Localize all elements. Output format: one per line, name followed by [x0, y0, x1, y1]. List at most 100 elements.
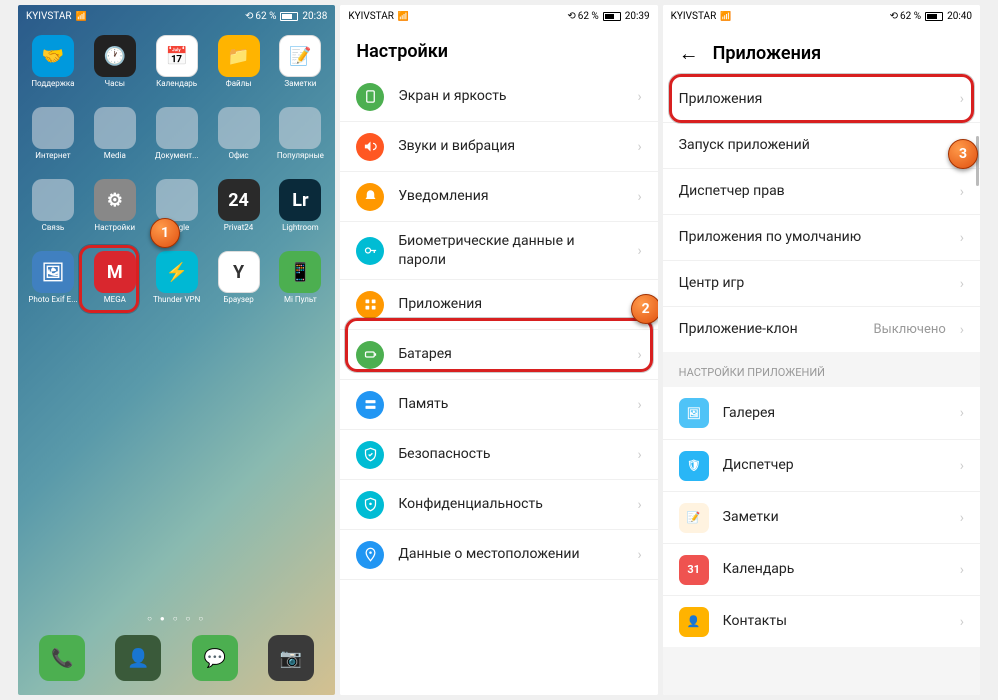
- app-thunder-vpn[interactable]: ⚡ Thunder VPN: [148, 251, 206, 319]
- dock-contacts[interactable]: 👤: [115, 635, 161, 681]
- settings-row-display[interactable]: Экран и яркость›: [340, 72, 657, 122]
- scrollbar[interactable]: [976, 136, 979, 186]
- app-label: Thunder VPN: [153, 295, 200, 304]
- row-label: Данные о местоположении: [398, 545, 623, 563]
- privacy-icon: [356, 491, 384, 519]
- apps-row[interactable]: Диспетчер прав›: [663, 168, 980, 214]
- chevron-right-icon: ›: [637, 189, 641, 205]
- settings-list[interactable]: 2 Экран и яркость›Звуки и вибрация›Уведо…: [340, 72, 657, 695]
- folder-icon: [279, 107, 321, 149]
- app-label: Поддержка: [31, 79, 74, 88]
- apps-row[interactable]: Приложение-клонВыключено›: [663, 306, 980, 352]
- app-связь[interactable]: Связь: [24, 179, 82, 247]
- apps-row[interactable]: Центр игр›: [663, 260, 980, 306]
- row-label: Заметки: [723, 508, 946, 526]
- app-файлы[interactable]: 📁Файлы: [210, 35, 268, 103]
- back-button[interactable]: ←: [679, 41, 699, 66]
- row-label: Приложения по умолчанию: [679, 228, 946, 246]
- settings-row-bell[interactable]: Уведомления ›: [340, 172, 657, 222]
- apps-row[interactable]: Приложения›: [663, 76, 980, 122]
- settings-row-key[interactable]: Биометрические данные и пароли ›: [340, 222, 657, 280]
- folder-icon: [218, 107, 260, 149]
- app-media[interactable]: Media: [86, 107, 144, 175]
- app-icon: ⚡: [156, 251, 198, 293]
- app-label: Media: [104, 151, 126, 160]
- app-браузер[interactable]: YБраузер: [210, 251, 268, 319]
- app-icon: 📝: [679, 503, 709, 533]
- battery-icon: [280, 12, 298, 21]
- home-app-grid: 🤝Поддержка🕐Часы📅Календарь📁Файлы📝Заметки И…: [18, 27, 335, 610]
- folder-icon: [94, 107, 136, 149]
- settings-row-privacy[interactable]: Конфиденциальность›: [340, 480, 657, 530]
- dock-camera[interactable]: 📷: [268, 635, 314, 681]
- dock-phone[interactable]: 📞: [39, 635, 85, 681]
- clock-label: 20:39: [625, 11, 650, 22]
- messages-icon: 💬: [192, 635, 238, 681]
- battery-label: 62 %: [255, 11, 276, 22]
- battery-icon: [925, 12, 943, 21]
- step-marker-3: 3: [948, 139, 978, 169]
- chevron-right-icon: ›: [637, 243, 641, 259]
- settings-row-location[interactable]: Данные о местоположении›: [340, 530, 657, 580]
- apps-list[interactable]: Приложения›Запуск приложений›Диспетчер п…: [663, 76, 980, 695]
- app-интернет[interactable]: Интернет: [24, 107, 82, 175]
- settings-row-battery[interactable]: Батарея›: [340, 330, 657, 380]
- sound-icon: [356, 133, 384, 161]
- app-label: Часы: [105, 79, 125, 88]
- chevron-right-icon: ›: [960, 405, 964, 421]
- row-label: Биометрические данные и пароли: [398, 232, 623, 268]
- row-label: Приложения: [398, 295, 623, 313]
- folder-icon: [32, 179, 74, 221]
- app-label: Файлы: [226, 79, 252, 88]
- phone-home-screen: KYIVSTAR ⟲ 62 % 20:38 🤝Поддержка🕐Часы📅Ка…: [18, 5, 335, 695]
- key-icon: [356, 237, 384, 265]
- app-mi-пульт[interactable]: 📱Mi Пульт: [271, 251, 329, 319]
- chevron-right-icon: ›: [960, 510, 964, 526]
- apps-row[interactable]: Приложения по умолчанию ›: [663, 214, 980, 260]
- app-календарь[interactable]: 📅Календарь: [148, 35, 206, 103]
- page-title: Приложения: [713, 43, 821, 64]
- shield-icon: [356, 441, 384, 469]
- chevron-right-icon: ›: [637, 497, 641, 513]
- app-label: Связь: [42, 223, 65, 232]
- app-icon: 31: [679, 555, 709, 585]
- app-settings-row[interactable]: 31Календарь›: [663, 543, 980, 595]
- apps-row[interactable]: Запуск приложений›: [663, 122, 980, 168]
- app-mega[interactable]: MMEGA: [86, 251, 144, 319]
- dock: 📞 👤 💬 📷: [18, 627, 335, 695]
- chevron-right-icon: ›: [960, 184, 964, 200]
- app-privat24[interactable]: 24Privat24: [210, 179, 268, 247]
- app-label: Браузер: [223, 295, 253, 304]
- app-часы[interactable]: 🕐Часы: [86, 35, 144, 103]
- app-заметки[interactable]: 📝Заметки: [271, 35, 329, 103]
- app-settings-row[interactable]: 🖼Галерея›: [663, 387, 980, 439]
- settings-row-storage[interactable]: Память›: [340, 380, 657, 430]
- app-settings-row[interactable]: 👤Контакты›: [663, 595, 980, 647]
- settings-row-sound[interactable]: Звуки и вибрация›: [340, 122, 657, 172]
- settings-row-shield[interactable]: Безопасность›: [340, 430, 657, 480]
- rotate-icon: ⟲: [890, 11, 898, 22]
- app-photo-exif-e-[interactable]: 🖼Photo Exif E...: [24, 251, 82, 319]
- chevron-right-icon: ›: [960, 458, 964, 474]
- app-label: Интернет: [35, 151, 70, 160]
- row-label: Уведомления: [398, 187, 623, 205]
- app-поддержка[interactable]: 🤝Поддержка: [24, 35, 82, 103]
- settings-row-apps[interactable]: Приложения›: [340, 280, 657, 330]
- chevron-right-icon: ›: [960, 322, 964, 338]
- app-настройки[interactable]: ⚙Настройки: [86, 179, 144, 247]
- rotate-icon: ⟲: [567, 11, 575, 22]
- app-популярные[interactable]: Популярные: [271, 107, 329, 175]
- app-документ-[interactable]: Документ...: [148, 107, 206, 175]
- app-офис[interactable]: Офис: [210, 107, 268, 175]
- row-label: Безопасность: [398, 445, 623, 463]
- row-label: Календарь: [723, 560, 946, 578]
- settings-header: Настройки: [340, 27, 657, 72]
- app-settings-row[interactable]: 🛡Диспетчер›: [663, 439, 980, 491]
- chevron-right-icon: ›: [637, 89, 641, 105]
- page-indicator: ○ ● ○ ○ ○: [18, 610, 335, 627]
- app-lightroom[interactable]: LrLightroom: [271, 179, 329, 247]
- chevron-right-icon: ›: [960, 230, 964, 246]
- app-settings-row[interactable]: 📝 Заметки ›: [663, 491, 980, 543]
- app-icon: Lr: [279, 179, 321, 221]
- dock-messages[interactable]: 💬: [192, 635, 238, 681]
